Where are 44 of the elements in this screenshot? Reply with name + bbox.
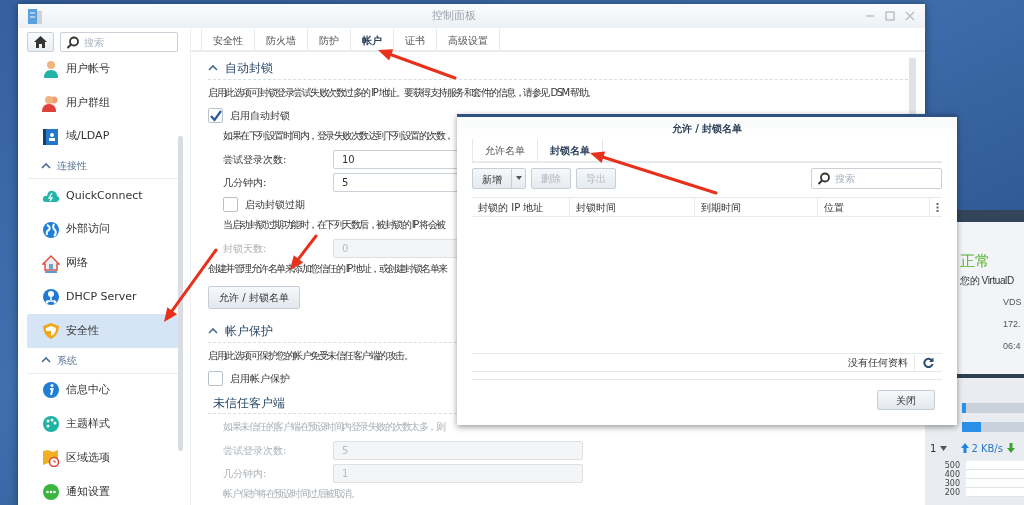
axis-label: 500	[943, 461, 960, 470]
info-text: 06:4	[1003, 341, 1021, 352]
sidebar-item-label: 外部访问	[66, 221, 110, 238]
group-label: 连接性	[57, 159, 87, 174]
description-text: 当启动封锁过期功能时，在下列天数后，被封锁的 IP 将会被	[223, 218, 445, 232]
section-title: 自动封锁	[225, 59, 273, 77]
field-label: 尝试登录次数:	[223, 153, 288, 167]
sidebar-item-label: 信息中心	[66, 382, 110, 399]
sidebar-item-label: QuickConnect	[66, 187, 143, 204]
sidebar-item-label: 安全性	[66, 323, 99, 339]
window-title: 控制面板	[430, 7, 477, 24]
field-label: 几分钟内:	[223, 467, 268, 481]
info-text: VDS	[1003, 297, 1022, 308]
sidebar-item-label: 网络	[66, 255, 88, 272]
status-text: 正常	[960, 252, 991, 270]
sidebar-item-label: 主题样式	[66, 416, 110, 433]
checkbox-label: 启动封锁过期	[245, 197, 305, 212]
sidebar-item-label: 用户帐号	[66, 60, 110, 77]
axis-label: 400	[943, 470, 960, 479]
field-label: 几分钟内:	[223, 176, 268, 190]
dialog-title: 允许 / 封锁名单	[457, 117, 957, 139]
info-text: 172.	[1003, 319, 1021, 330]
description-text: 如果在下列设置时间内，登录失败次数达到下列设置的次数，	[223, 129, 453, 143]
axis-label: 200	[943, 488, 960, 497]
description-text: 如果未信任的客户端在预设时间内登录失败的次数太多，则	[223, 420, 444, 434]
sidebar-item-label: 区域选项	[66, 449, 110, 466]
status-text: 没有任何资料	[842, 355, 915, 370]
group-label: 系统	[57, 353, 77, 368]
status-message: 您的 VirtualD	[960, 275, 1014, 287]
checkbox-label: 启用帐户保护	[230, 371, 290, 386]
sidebar-item-label: 通知设置	[66, 483, 110, 500]
subsection-title: 未信任客户端	[213, 394, 285, 412]
field-label: 尝试登录次数:	[223, 444, 288, 458]
description-text: 帐户保护将在预设时间过后被取消。	[223, 487, 359, 501]
description-text: 启用此选项可封锁登录尝试失败次数过多的 IP 地址。要获得支持服务和套件的信息，请参见 DSM 帮助。	[208, 86, 596, 100]
checkbox-label: 启用自动封锁	[230, 108, 290, 123]
description-text: 启用此选项可保护您的帐户免受未信任客户端的攻击。	[208, 349, 412, 363]
sidebar-item-label: DHCP Server	[66, 289, 137, 306]
upload-rate: 2 KB/s	[971, 441, 1003, 456]
field-label: 封锁天数:	[223, 242, 268, 256]
sidebar-item-label: 域/LDAP	[66, 128, 110, 145]
section-title: 帐户保护	[225, 322, 273, 340]
sidebar-item-label: 用户群组	[66, 94, 110, 111]
axis-label: 300	[943, 479, 960, 488]
